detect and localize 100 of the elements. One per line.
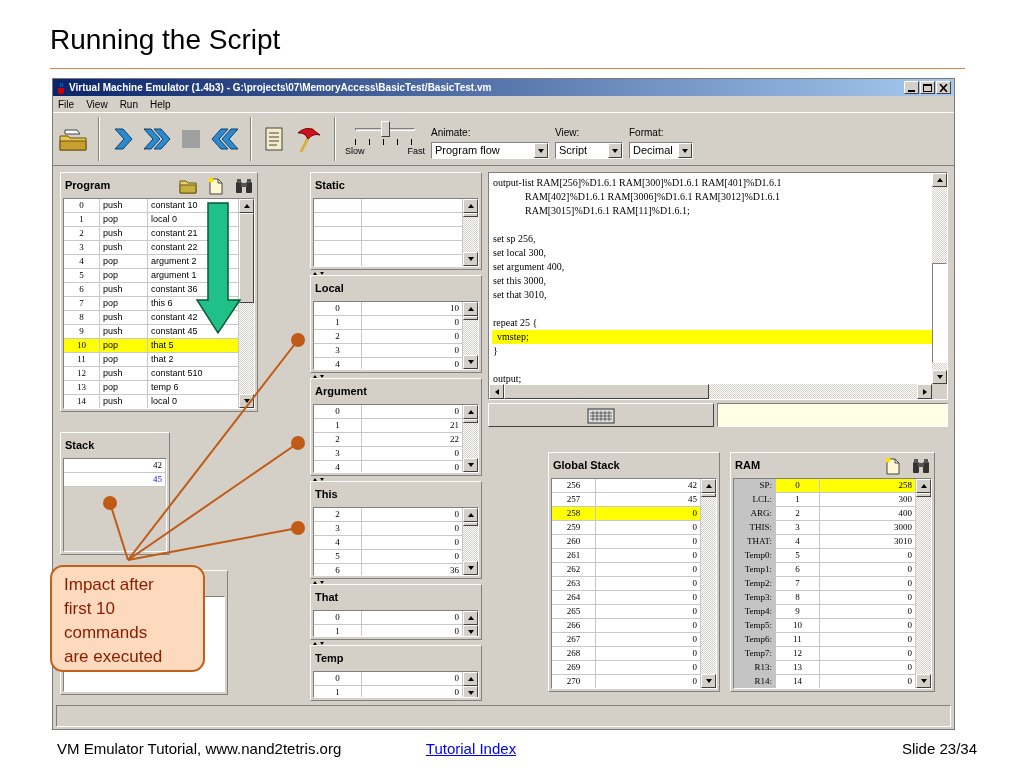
slide-title: Running the Script [50, 26, 281, 54]
scroll-bar[interactable] [463, 302, 478, 369]
scroll-bar[interactable] [463, 611, 478, 636]
table-cell: 267 [552, 633, 596, 647]
table-cell: SP: [734, 479, 776, 493]
table-cell: pop [100, 339, 148, 353]
table-cell: pop [100, 213, 148, 227]
footer-text: VM Emulator Tutorial, www.nand2tetris.org [57, 739, 343, 759]
dropdown[interactable]: Program flow [431, 142, 549, 159]
table-cell: push [100, 241, 148, 255]
table-cell: 270 [552, 675, 596, 688]
dropdown[interactable]: Script [555, 142, 623, 159]
panel-title: That [315, 590, 339, 606]
panel-title: Temp [315, 651, 344, 667]
footer-link[interactable]: Tutorial Index [425, 738, 517, 761]
close-icon [939, 83, 948, 92]
table-cell: 13 [776, 661, 820, 675]
table-cell: 0 [596, 507, 701, 521]
table-cell: 1 [64, 213, 100, 227]
minimize-icon [908, 89, 915, 92]
menu-item[interactable]: Help [150, 96, 171, 112]
panel-title: Program [65, 178, 111, 194]
binoculars-icon[interactable] [912, 456, 930, 475]
table-cell: 14 [776, 675, 820, 688]
code-line: set that 3010, [492, 288, 548, 302]
maximize-button[interactable] [920, 81, 935, 94]
scroll-bar[interactable] [463, 199, 478, 266]
table-cell: 2 [314, 508, 362, 522]
scroll-bar[interactable] [916, 479, 931, 688]
keyboard-button[interactable] [488, 403, 714, 427]
panel-title: Global Stack [553, 458, 620, 474]
table-cell: 4 [314, 461, 362, 472]
code-line: RAM[3015]%D1.6.1 RAM[11]%D1.6.1; [524, 204, 691, 218]
scroll-bar[interactable] [489, 384, 947, 399]
table-cell: 6 [64, 283, 100, 297]
table-cell: 1 [314, 316, 362, 330]
table-cell: 268 [552, 647, 596, 661]
table-cell: 5 [64, 269, 100, 283]
code-line: set local 300, [492, 246, 548, 260]
minimize-button[interactable] [904, 81, 919, 94]
splitter-arrows-icon[interactable] [312, 373, 326, 378]
table-cell: 3 [314, 522, 362, 536]
table-cell: 1 [314, 625, 362, 636]
code-line: output-list RAM[256]%D1.6.1 RAM[300]%D1.6.1 RAM[401]%D1.6.1 [492, 176, 783, 190]
splitter-arrows-icon[interactable] [312, 476, 326, 481]
empty-cell [314, 199, 362, 213]
table-cell: 0 [314, 672, 362, 686]
table-cell: 4 [64, 255, 100, 269]
scroll-bar[interactable] [932, 173, 947, 384]
slider-thumb[interactable] [381, 121, 390, 138]
close-button[interactable] [936, 81, 951, 94]
new-file-icon[interactable] [884, 456, 902, 475]
scroll-bar[interactable] [701, 479, 716, 688]
table-cell: push [100, 311, 148, 325]
table-cell: 6 [314, 564, 362, 575]
table-cell: 1 [776, 493, 820, 507]
table-cell: pop [100, 353, 148, 367]
table-cell: 11 [776, 633, 820, 647]
slider-label: Fast [407, 145, 425, 159]
table-cell: Temp3: [734, 591, 776, 605]
table-cell: 0 [64, 199, 100, 213]
table-cell: 45 [64, 473, 166, 487]
table-cell: 2 [314, 330, 362, 344]
table-cell: LCL: [734, 493, 776, 507]
panel-title: This [315, 487, 338, 503]
new-file-icon[interactable] [207, 176, 225, 195]
scroll-bar[interactable] [239, 199, 254, 408]
table-cell: 14 [64, 395, 100, 408]
scroll-bar[interactable] [463, 508, 478, 575]
code-line: RAM[402]%D1.6.1 RAM[3006]%D1.6.1 RAM[3012]%D1.6.1 [524, 190, 781, 204]
table-cell: 262 [552, 563, 596, 577]
splitter-arrows-icon[interactable] [312, 270, 326, 275]
splitter-arrows-icon[interactable] [312, 579, 326, 584]
splitter-arrows-icon[interactable] [312, 640, 326, 645]
table-cell: 2 [64, 227, 100, 241]
panel-title: Static [315, 178, 345, 194]
dropdown[interactable]: Decimal [629, 142, 693, 159]
table-cell: 12 [64, 367, 100, 381]
table-cell: 1 [314, 686, 362, 697]
panel-title: Stack [65, 438, 95, 454]
scroll-bar[interactable] [463, 405, 478, 472]
speed-slider[interactable] [355, 121, 415, 140]
table-cell: 0 [314, 302, 362, 316]
table-cell: 6 [776, 563, 820, 577]
field-label: Animate: [431, 126, 472, 140]
menu-item[interactable]: View [86, 96, 108, 112]
table-cell: 4 [776, 535, 820, 549]
menu-item[interactable]: File [58, 96, 75, 112]
table-cell: push [100, 227, 148, 241]
binoculars-icon[interactable] [235, 176, 253, 195]
field-label: View: [555, 126, 581, 140]
scroll-bar[interactable] [463, 672, 478, 697]
table-cell: 258 [552, 507, 596, 521]
table-cell: push [100, 283, 148, 297]
table-cell: Temp0: [734, 549, 776, 563]
menu-item[interactable]: Run [119, 96, 138, 112]
table-cell: Temp2: [734, 577, 776, 591]
table-cell: 269 [552, 661, 596, 675]
input-field[interactable] [717, 403, 948, 427]
table-cell: R14: [734, 675, 776, 688]
